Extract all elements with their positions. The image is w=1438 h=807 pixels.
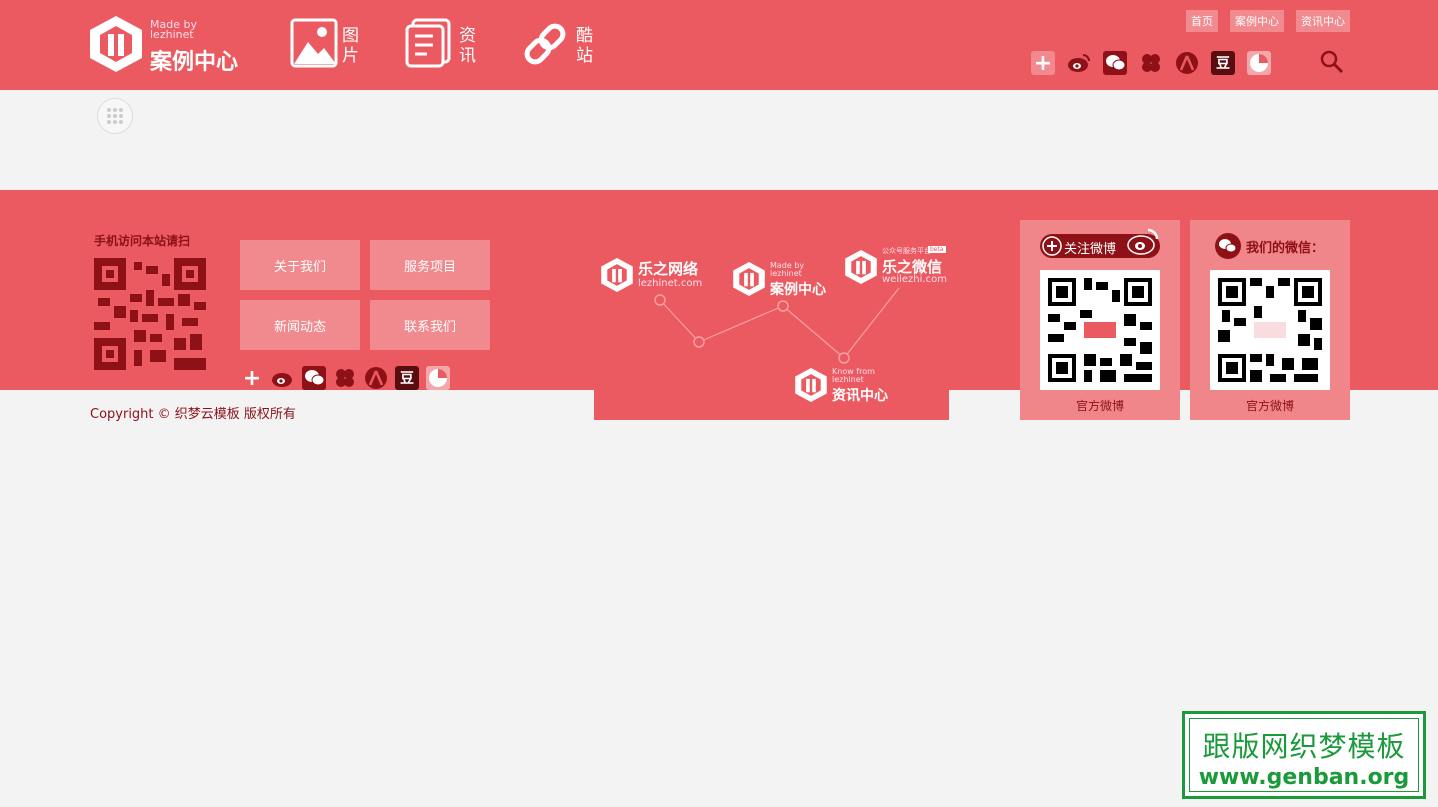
follow-weibo-label: 关注微博 [1064, 242, 1117, 257]
brand-weilezhi-domain: weilezhi.com [882, 274, 947, 285]
wechat-card: 我们的微信： 官方微博 [1190, 220, 1350, 420]
cube-logo-icon [90, 16, 142, 72]
wechat-card-header: 我们的微信： [1214, 232, 1344, 259]
wechat-card-title: 我们的微信： [1246, 241, 1325, 256]
douban-icon[interactable]: 豆 [395, 366, 419, 390]
search-icon[interactable] [1320, 50, 1344, 74]
nav-news-label: 资讯 [459, 26, 476, 66]
plus-icon[interactable]: + [240, 366, 264, 391]
nav-pictures[interactable]: 图片 [290, 18, 362, 72]
apps-grid-button[interactable] [97, 98, 133, 134]
top-links: 首页 案例中心 资讯中心 [1186, 10, 1350, 32]
link-icon [524, 23, 566, 65]
picture-icon [290, 18, 338, 68]
nav-news[interactable]: 资讯 [405, 18, 481, 72]
wechat-icon[interactable] [1103, 51, 1127, 75]
watermark-en: www.genban.org [1198, 765, 1410, 790]
footer-link-contact[interactable]: 联系我们 [370, 300, 490, 350]
plus-icon[interactable]: + [1031, 51, 1055, 76]
watermark-cn: 跟版网织梦模板 [1202, 730, 1406, 763]
renren-icon[interactable] [364, 366, 388, 390]
footer-link-about[interactable]: 关于我们 [240, 240, 360, 290]
wechat-qr-code [1210, 270, 1330, 390]
circle-icon[interactable] [1247, 51, 1271, 75]
weibo-card-caption: 官方微博 [1075, 399, 1124, 413]
network-lines [654, 287, 900, 364]
brand-lezhinet-domain: lezhinet.com [638, 278, 703, 289]
wechat-icon[interactable] [302, 366, 326, 390]
cube-logo-icon [845, 250, 877, 284]
wechat-icon [1215, 233, 1241, 259]
brand-case-made-by: Made by lezhinet [770, 261, 805, 278]
brand-case-name: 案例中心 [770, 282, 826, 298]
cube-logo-icon [795, 368, 827, 402]
logo-subtitle: Made by lezhinet [150, 18, 197, 41]
nav-cool-sites-label: 酷站 [576, 26, 593, 66]
watermark-stamp: 跟版网织梦模板 www.genban.org [1182, 711, 1426, 799]
circle-icon[interactable] [426, 366, 450, 390]
renren-icon[interactable] [1175, 51, 1199, 75]
brand-weilezhi-tag: 公众号服务平台 [882, 247, 931, 255]
logo-title: 案例中心 [150, 50, 239, 75]
wechat-card-caption: 官方微博 [1245, 399, 1294, 413]
header-social-icons: + 豆 [1031, 51, 1271, 76]
nav-pictures-label: 图片 [342, 26, 359, 66]
clover-icon[interactable] [1139, 51, 1163, 75]
brand-news-know-from: Know from lezhinet [832, 367, 875, 384]
follow-weibo-badge[interactable]: 关注微博 [1040, 228, 1160, 258]
top-link-news[interactable]: 资讯中心 [1296, 10, 1350, 32]
brand-network-panel: 乐之网络 lezhinet.com Made by lezhinet 案例中心 公… [594, 190, 949, 420]
weibo-icon[interactable] [271, 366, 295, 390]
dots-grid-icon [107, 108, 123, 124]
document-icon [405, 18, 451, 68]
weibo-card: 关注微博 官方微博 [1020, 220, 1180, 420]
top-link-home[interactable]: 首页 [1186, 10, 1218, 32]
weibo-qr-code [1040, 270, 1160, 390]
beta-badge: beta [928, 246, 946, 253]
header: Made by lezhinet 案例中心 图片 资讯 酷站 首页 案例中心 资… [0, 0, 1438, 90]
mobile-qr-title: 手机访问本站请扫 [94, 234, 191, 248]
footer-link-news[interactable]: 新闻动态 [240, 300, 360, 350]
mobile-qr-code [94, 258, 206, 370]
site-logo[interactable]: Made by lezhinet 案例中心 [88, 14, 253, 75]
watermark-inner-border: 跟版网织梦模板 www.genban.org [1189, 718, 1419, 792]
cube-logo-icon [733, 262, 765, 296]
copyright: Copyright © 织梦云模板 版权所有 [90, 407, 296, 422]
cube-logo-icon [601, 258, 633, 292]
weibo-icon [1127, 228, 1159, 255]
clover-icon[interactable] [333, 366, 357, 390]
nav-cool-sites[interactable]: 酷站 [520, 18, 600, 72]
footer-social-icons: + 豆 [240, 366, 450, 391]
footer-link-services[interactable]: 服务项目 [370, 240, 490, 290]
top-link-cases[interactable]: 案例中心 [1230, 10, 1284, 32]
brand-lezhinet-name: 乐之网络 [638, 260, 699, 278]
weibo-icon[interactable] [1067, 51, 1091, 75]
douban-icon[interactable]: 豆 [1211, 51, 1235, 75]
plus-circle-icon [1042, 236, 1062, 256]
brand-news-name: 资讯中心 [832, 388, 888, 404]
